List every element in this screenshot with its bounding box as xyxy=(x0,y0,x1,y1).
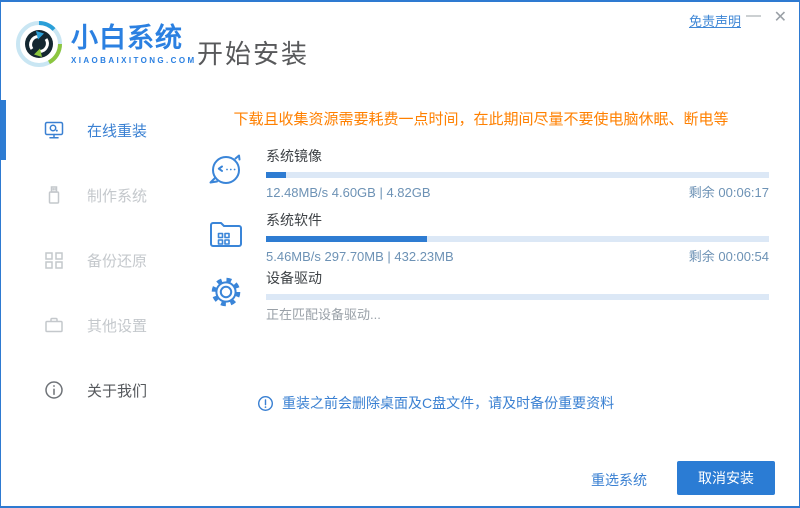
progress-fill xyxy=(266,236,427,242)
reselect-system-link[interactable]: 重选系统 xyxy=(591,470,647,490)
sidebar-item-other-settings[interactable]: 其他设置 xyxy=(1,293,191,357)
task-name: 系统镜像 xyxy=(266,148,322,164)
task-stats: 5.46MB/s 297.70MB | 432.23MB xyxy=(266,249,454,264)
usb-icon xyxy=(43,184,65,206)
app-logo-subtitle: XIAOBAIXITONG.COM xyxy=(71,56,197,65)
sidebar-item-label: 备份还原 xyxy=(87,252,148,270)
sidebar-item-label: 其他设置 xyxy=(87,317,148,335)
progress-bar xyxy=(266,172,769,178)
sidebar-item-online-reinstall[interactable]: 在线重装 xyxy=(1,98,191,162)
sidebar-item-label: 制作系统 xyxy=(87,187,148,205)
minimize-button[interactable]: — xyxy=(746,6,761,26)
progress-fill xyxy=(266,172,287,178)
task-status: 正在匹配设备驱动... xyxy=(266,307,381,322)
grid-squares-icon xyxy=(43,249,65,271)
task-name: 设备驱动 xyxy=(266,270,322,286)
progress-bar xyxy=(266,294,769,300)
task-name: 系统软件 xyxy=(266,212,322,228)
face-icon xyxy=(204,148,248,192)
sidebar-item-about-us[interactable]: 关于我们 xyxy=(1,358,191,422)
task-remaining-time: 剩余 00:00:54 xyxy=(688,249,769,264)
task-stats: 12.48MB/s 4.60GB | 4.82GB xyxy=(266,185,431,200)
sidebar-item-label: 关于我们 xyxy=(87,382,148,400)
download-warning-text: 下载且收集资源需要耗费一点时间，在此期间尽量不要使电脑休眠、断电等 xyxy=(233,111,729,128)
info-circle-icon xyxy=(43,379,65,401)
app-logo-icon xyxy=(15,20,63,68)
backup-note: 重装之前会删除桌面及C盘文件，请及时备份重要资料 xyxy=(257,393,614,413)
close-button[interactable]: ✕ xyxy=(774,8,787,28)
sidebar-item-label: 在线重装 xyxy=(87,122,148,140)
task-remaining-time: 剩余 00:06:17 xyxy=(688,185,769,200)
exclamation-circle-icon xyxy=(257,395,274,412)
app-window: 小白系统 XIAOBAIXITONG.COM 开始安装 免责声明 — ✕ 在线重… xyxy=(0,0,800,508)
disclaimer-link[interactable]: 免责声明 xyxy=(689,11,741,30)
task-system-software: 系统软件 5.46MB/s 297.70MB | 432.23MB 剩余 00:… xyxy=(204,212,769,265)
progress-bar xyxy=(266,236,769,242)
gear-icon xyxy=(204,270,248,314)
sidebar-item-make-system[interactable]: 制作系统 xyxy=(1,163,191,227)
task-device-driver: 设备驱动 正在匹配设备驱动... xyxy=(204,270,769,323)
briefcase-icon xyxy=(43,314,65,336)
task-system-image: 系统镜像 12.48MB/s 4.60GB | 4.82GB 剩余 00:06:… xyxy=(204,148,769,201)
monitor-icon xyxy=(43,119,65,141)
page-title: 开始安装 xyxy=(197,39,310,69)
folder-grid-icon xyxy=(204,212,248,256)
app-logo: 小白系统 XIAOBAIXITONG.COM xyxy=(71,25,197,65)
cancel-install-button[interactable]: 取消安装 xyxy=(677,461,775,495)
backup-note-text: 重装之前会删除桌面及C盘文件，请及时备份重要资料 xyxy=(282,395,615,411)
sidebar-item-backup-restore[interactable]: 备份还原 xyxy=(1,228,191,292)
app-logo-title: 小白系统 xyxy=(71,23,183,53)
